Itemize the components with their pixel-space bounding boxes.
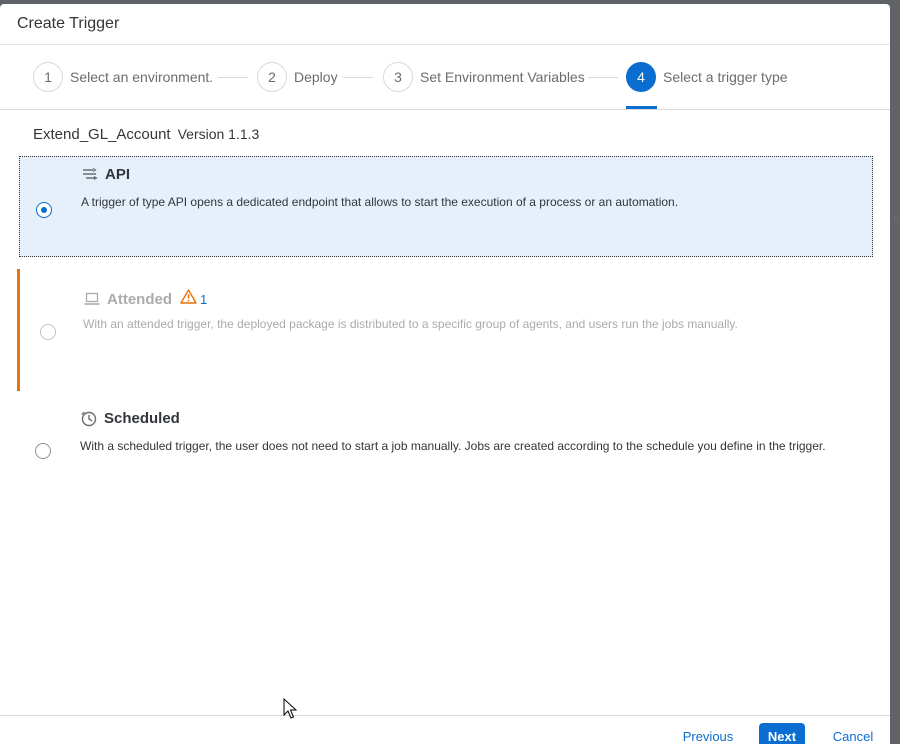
mouse-cursor-icon: [283, 697, 298, 720]
package-name: Extend_GL_Account: [33, 126, 171, 143]
scheduled-title: Scheduled: [104, 410, 180, 427]
trigger-option-api[interactable]: API A trigger of type API opens a dedica…: [19, 156, 873, 257]
scheduled-radio[interactable]: [35, 443, 51, 459]
wizard-step-3[interactable]: 3 Set Environment Variables: [383, 61, 585, 93]
backdrop-partial-text: es: [893, 210, 900, 225]
wizard-progress: 1 Select an environment. 2 Deploy 3 Set …: [0, 45, 890, 110]
step-number: 3: [383, 62, 413, 92]
previous-button[interactable]: Previous: [674, 723, 742, 744]
attended-description: With an attended trigger, the deployed p…: [83, 317, 738, 331]
step-connector: [588, 77, 618, 78]
api-radio[interactable]: [36, 202, 52, 218]
wizard-step-1[interactable]: 1 Select an environment.: [33, 61, 213, 93]
trigger-option-attended: Attended 1 With an attended trigger, the…: [17, 269, 877, 391]
laptop-icon: [83, 291, 101, 307]
step-label: Deploy: [294, 69, 338, 85]
attended-title: Attended: [107, 290, 172, 308]
package-info: Extend_GL_Account Version 1.1.3: [33, 126, 259, 143]
step-number: 1: [33, 62, 63, 92]
scheduled-title-row: Scheduled: [80, 410, 180, 427]
package-version: Version 1.1.3: [177, 126, 260, 142]
step-number: 2: [257, 62, 287, 92]
dialog-title: Create Trigger: [17, 15, 120, 32]
api-title-row: API: [81, 166, 130, 183]
attended-title-row: Attended 1: [83, 289, 207, 309]
step-connector: [343, 77, 373, 78]
dialog-footer: Previous Next Cancel: [0, 715, 890, 744]
api-icon: [81, 167, 99, 183]
create-trigger-dialog: Create Trigger 1 Select an environment. …: [0, 4, 890, 744]
cancel-button[interactable]: Cancel: [824, 723, 882, 744]
api-description: A trigger of type API opens a dedicated …: [81, 195, 679, 209]
step-number: 4: [626, 62, 656, 92]
wizard-step-2[interactable]: 2 Deploy: [257, 61, 338, 93]
attended-warning[interactable]: 1: [180, 289, 207, 309]
step-label: Select an environment.: [70, 69, 214, 85]
step-label: Set Environment Variables: [420, 69, 585, 85]
current-step-indicator: [626, 106, 657, 109]
dialog-header: Create Trigger: [0, 4, 890, 45]
warning-count: 1: [200, 291, 208, 307]
api-title: API: [105, 166, 131, 183]
clock-icon: [80, 411, 98, 427]
step-label: Select a trigger type: [663, 69, 788, 85]
warning-icon: [180, 289, 197, 309]
scheduled-description: With a scheduled trigger, the user does …: [80, 439, 826, 453]
wizard-step-4[interactable]: 4 Select a trigger type: [626, 61, 788, 93]
trigger-option-scheduled[interactable]: Scheduled With a scheduled trigger, the …: [19, 404, 873, 484]
attended-radio: [40, 324, 56, 340]
step-connector: [218, 77, 248, 78]
next-button[interactable]: Next: [759, 723, 805, 744]
